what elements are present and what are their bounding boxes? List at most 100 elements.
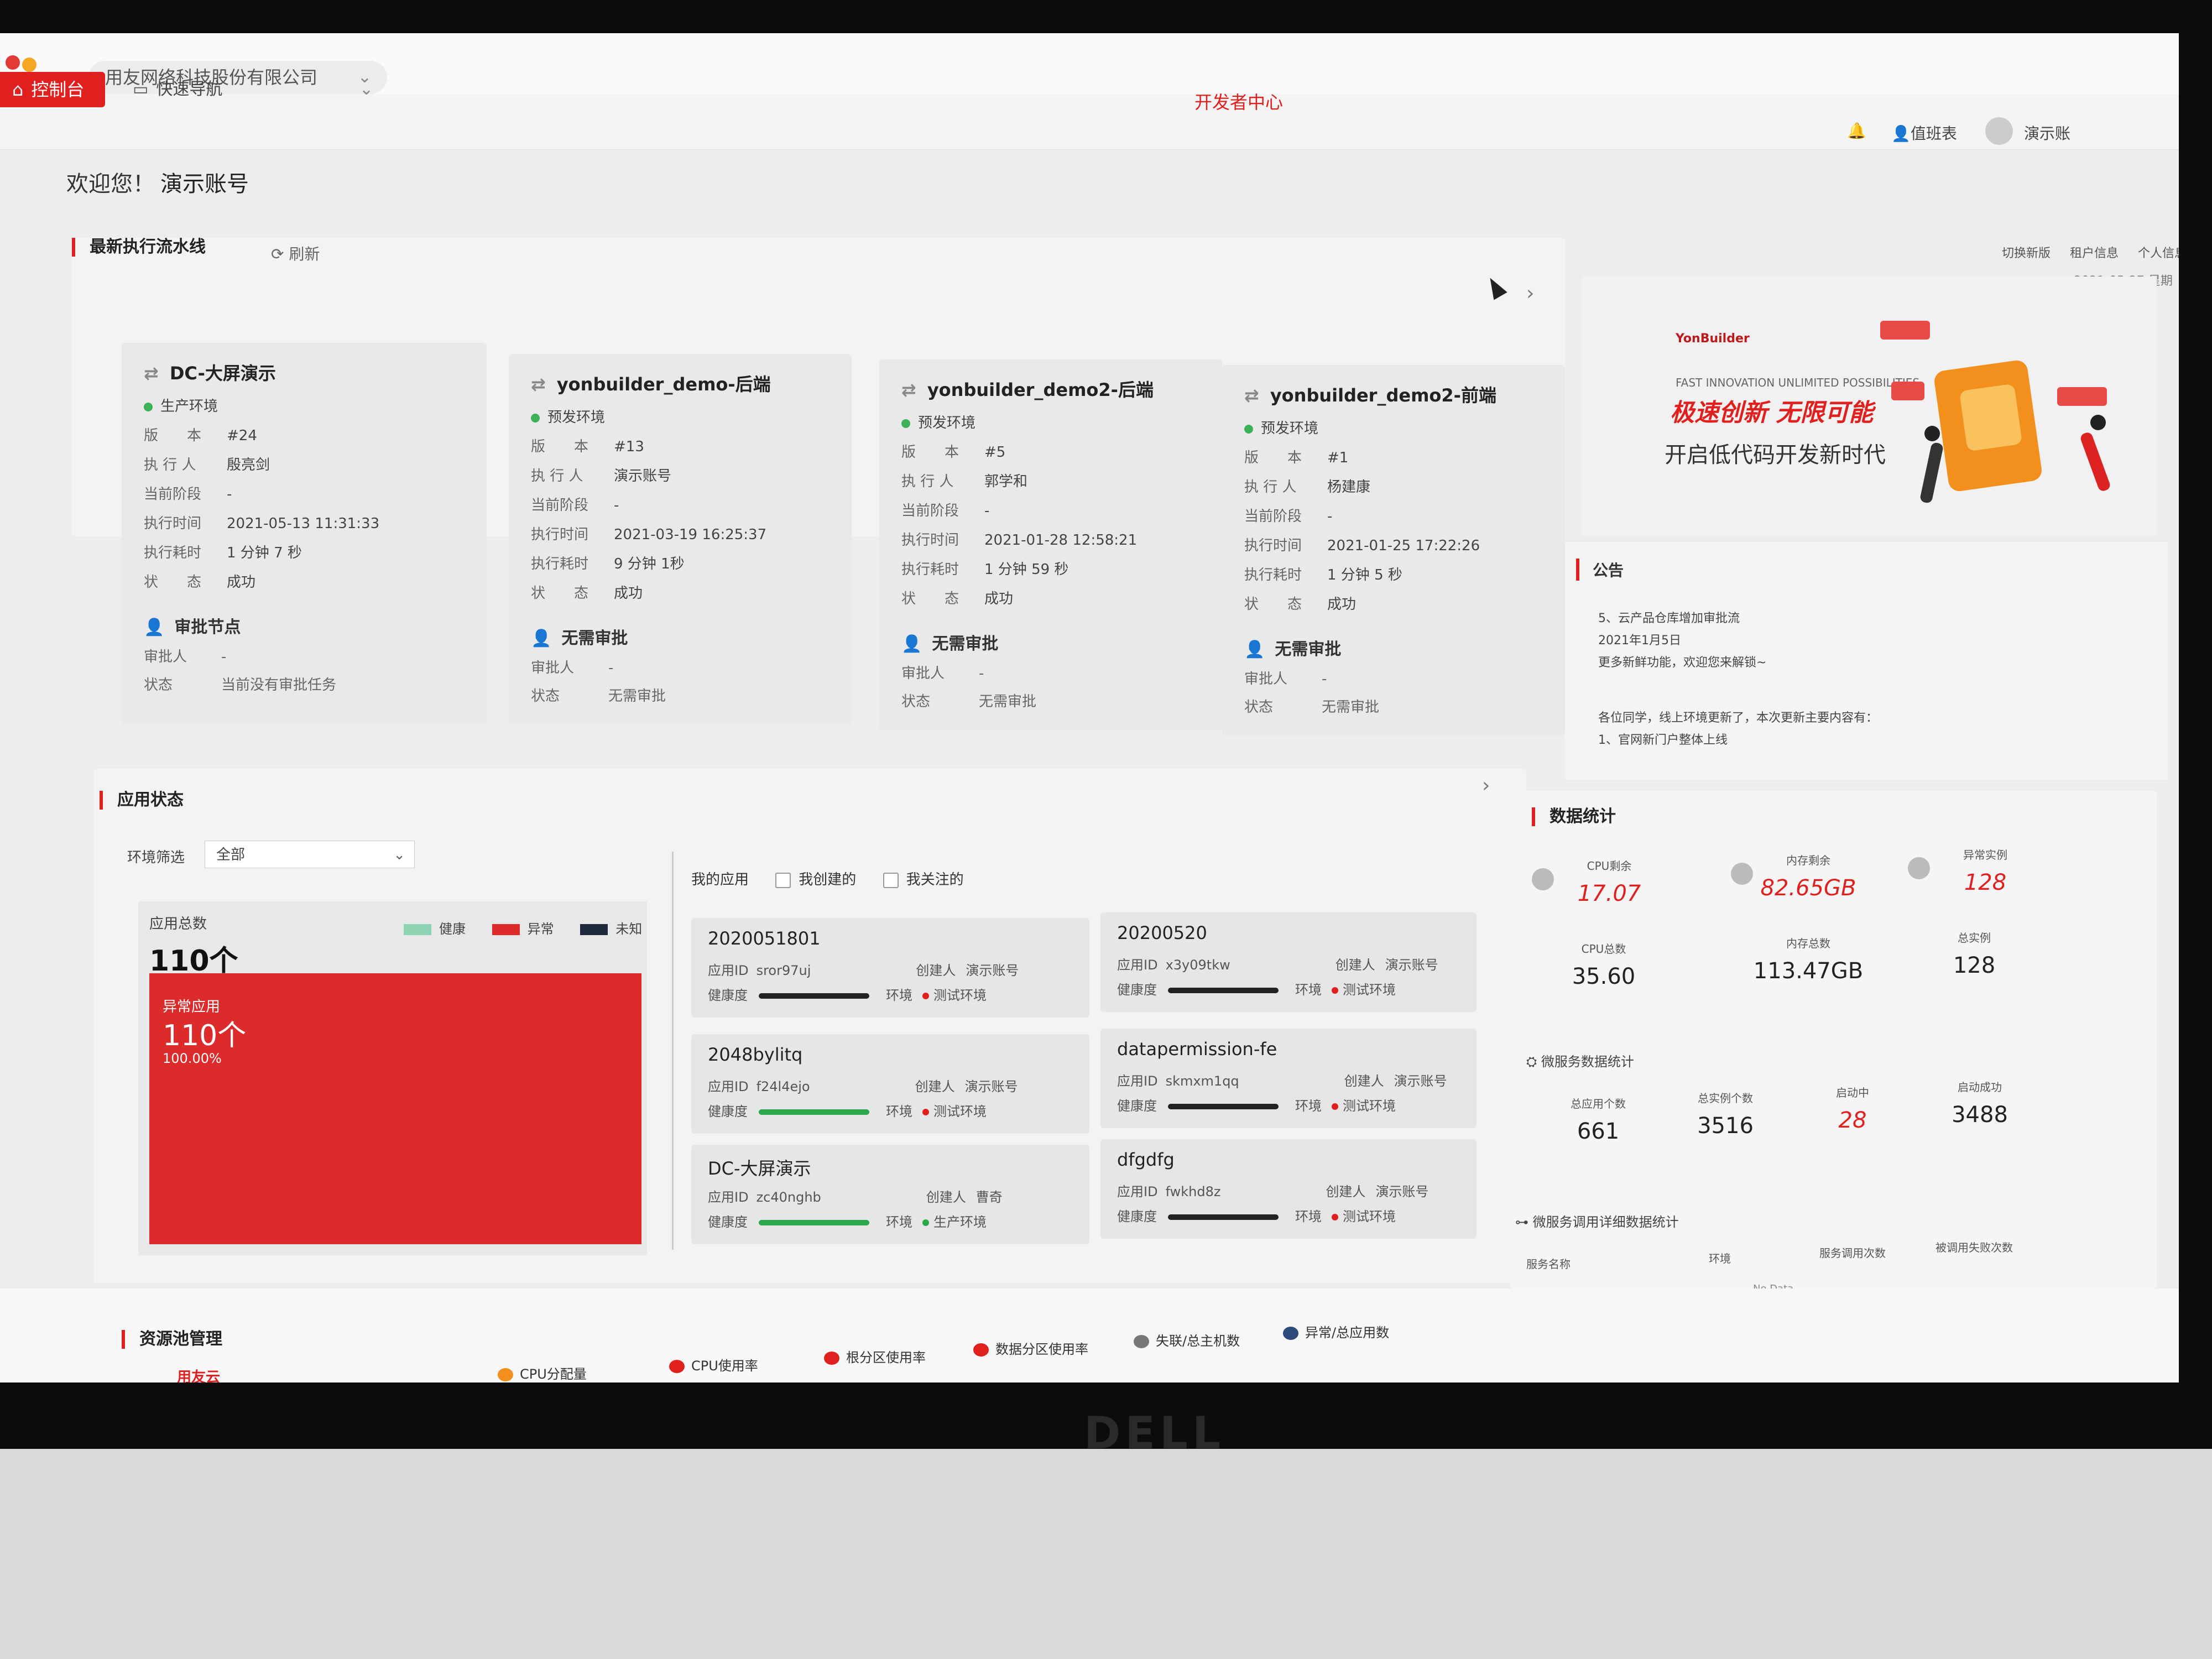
app-id-value: sror97uj <box>756 963 811 978</box>
env-badge: 预发环境 <box>531 406 830 426</box>
pipeline-name[interactable]: ⇄ yonbuilder_demo2-前端 <box>1244 382 1543 407</box>
abnormal-app-block[interactable]: 异常应用 110个 100.00% <box>149 973 641 1244</box>
col-env: 环境 <box>1709 1252 1731 1265</box>
checkbox-followed-label[interactable]: 我关注的 <box>906 872 964 888</box>
app-id-row: 应用ID zc40nghb 创建人 曹奇 <box>708 1186 1003 1206</box>
resource-tab[interactable]: 异常/总应用数 <box>1283 1322 1389 1341</box>
banner-slogan: 极速创新 无限可能 <box>1670 399 1874 427</box>
tab-my-apps[interactable]: 我的应用 <box>691 872 749 888</box>
tab-console[interactable]: ⌂ 控制台 <box>0 72 105 107</box>
app-card[interactable]: 20200520 应用ID x3y09tkw 创建人 演示账号 健康度 环境 测试环境 <box>1100 912 1477 1012</box>
tenant-info-link[interactable]: 租户信息 <box>2070 247 2119 260</box>
field-label: 执行时间 <box>901 532 959 549</box>
stat-value: 3488 <box>1952 1102 2008 1128</box>
stat-value: 128 <box>1953 953 1996 978</box>
field-value: - <box>1327 508 1333 525</box>
app-id-value: skmxm1qq <box>1165 1073 1239 1089</box>
field-value: 无需审批 <box>979 693 1037 710</box>
user-name[interactable]: 演示账 <box>2024 122 2070 144</box>
promo-banner[interactable]: YonBuilder FAST INNOVATION UNLIMITED POS… <box>1582 276 2157 536</box>
pipeline-icon: ⇄ <box>1244 385 1259 406</box>
pipeline-card[interactable]: ⇄ yonbuilder_demo2-前端 预发环境版 本 #1 执 行 人 杨建康 当前阶… <box>1222 365 1565 735</box>
creator-label: 创建人 <box>1335 957 1375 973</box>
pipeline-name[interactable]: ⇄ DC-大屏演示 <box>144 359 465 385</box>
field-label: 审批人 <box>901 665 945 682</box>
health-bar <box>1168 988 1279 993</box>
checkbox-followed[interactable] <box>883 872 899 888</box>
pipeline-next-icon[interactable]: › <box>1526 282 1534 305</box>
resource-tab[interactable]: CPU使用率 <box>669 1355 758 1374</box>
checkbox-created[interactable] <box>775 872 791 888</box>
illustration-tag <box>1891 382 1924 400</box>
app-card[interactable]: 2048bylitq 应用ID f24l4ejo 创建人 演示账号 健康度 环境 测试环境 <box>691 1034 1089 1134</box>
user-icon: 👤 <box>1244 640 1265 659</box>
app-card[interactable]: dfgdfg 应用ID fwkhd8z 创建人 演示账号 健康度 环境 测试环境 <box>1100 1139 1477 1239</box>
env-filter-select[interactable]: 全部 ⌄ <box>205 841 415 868</box>
personal-info-link[interactable]: 个人信息 <box>2138 247 2179 260</box>
bell-icon[interactable]: 🔔 <box>1847 122 1866 140</box>
stat-block: 内存剩余 82.65GB <box>1736 852 1880 901</box>
resource-panel <box>0 1288 2179 1383</box>
pipeline-name[interactable]: ⇄ yonbuilder_demo-后端 <box>531 371 830 396</box>
app-id-label: 应用ID <box>708 963 749 978</box>
pipeline-card[interactable]: ⇄ yonbuilder_demo2-后端 预发环境版 本 #5 执 行 人 郭学和 当前阶… <box>879 359 1222 730</box>
env-value: 测试环境 <box>1343 1209 1396 1224</box>
env-dot <box>922 1219 929 1226</box>
illustration-person <box>1919 441 1944 504</box>
switch-version-link[interactable]: 切换新版 <box>2002 247 2051 260</box>
checkbox-created-label[interactable]: 我创建的 <box>799 872 856 888</box>
legend-swatch-abnormal <box>492 924 520 935</box>
pipeline-field-executor: 执 行 人 演示账号 <box>531 465 830 485</box>
tab-quick-nav[interactable]: ▭ 快速导航 ⌄ <box>133 72 382 107</box>
field-value: 1 分钟 7 秒 <box>227 545 302 561</box>
creator-value: 曹奇 <box>975 1190 1003 1205</box>
app-card[interactable]: datapermission-fe 应用ID skmxm1qq 创建人 演示账号 健康度 环… <box>1100 1029 1477 1128</box>
stat-label: 启动成功 <box>1958 1081 2002 1094</box>
notice-line[interactable]: 5、云产品仓库增加审批流 <box>1598 608 1740 626</box>
resource-tab[interactable]: 根分区使用率 <box>824 1347 926 1366</box>
pipeline-card[interactable]: ⇄ DC-大屏演示 生产环境版 本 #24 执 行 人 殷亮剑 当前阶段 - 执行时间 2021-… <box>122 343 487 724</box>
pipeline-name[interactable]: ⇄ yonbuilder_demo2-后端 <box>901 376 1200 401</box>
stat-block: 异常实例 128 <box>1913 846 2057 895</box>
app-card[interactable]: DC-大屏演示 应用ID zc40nghb 创建人 曹奇 健康度 环境 生产环境 <box>691 1145 1089 1244</box>
creator-label: 创建人 <box>926 1190 966 1205</box>
stat-label: 总实例 <box>1958 931 1991 945</box>
pipeline-card[interactable]: ⇄ yonbuilder_demo-后端 预发环境版 本 #13 执 行 人 演示账号 当前… <box>509 354 852 724</box>
field-value: 2021-01-28 12:58:21 <box>984 532 1138 549</box>
app-health-row: 健康度 环境 生产环境 <box>708 1211 987 1230</box>
app-status-next-icon[interactable]: › <box>1482 774 1490 797</box>
chevron-down-icon[interactable]: ⌄ <box>359 72 373 107</box>
refresh-label: 刷新 <box>289 245 320 263</box>
monitor-bezel: 用友网络科技股份有限公司 ⌄ ⌂ 控制台 ▭ 快速导航 ⌄ 开发者中心 🔔 👤值班表… <box>0 0 2212 1459</box>
field-label: 执 行 人 <box>531 468 583 484</box>
notice-line: 2021年1月5日 <box>1598 634 1681 648</box>
field-value: 2021-05-13 11:31:33 <box>227 515 380 532</box>
avatar[interactable] <box>1985 117 2013 145</box>
stat-block: CPU剩余 17.07 <box>1537 857 1681 906</box>
field-label: 执行耗时 <box>901 561 959 578</box>
resource-icon <box>1134 1335 1149 1348</box>
stat-label: 内存剩余 <box>1786 854 1830 867</box>
duty-roster-link[interactable]: 👤值班表 <box>1891 122 1957 144</box>
welcome-prefix: 欢迎您！ <box>66 171 155 197</box>
field-value: 无需审批 <box>1322 699 1380 716</box>
app-card[interactable]: 2020051801 应用ID sror97uj 创建人 演示账号 健康度 环境 测试环境 <box>691 918 1089 1018</box>
refresh-button[interactable]: ⟳ 刷新 <box>271 242 320 264</box>
stat-label: 启动中 <box>1836 1086 1869 1099</box>
approval-title: 无需审批 <box>561 629 628 648</box>
app-tabs: 我的应用 我创建的 我关注的 <box>691 868 964 889</box>
memory-icon <box>1731 863 1753 885</box>
app-id-label: 应用ID <box>708 1079 749 1094</box>
approval-node: 👤 无需审批 <box>531 624 830 649</box>
resource-tab[interactable]: 失联/总主机数 <box>1134 1330 1240 1349</box>
app-id-row: 应用ID sror97uj 创建人 演示账号 <box>708 959 1019 979</box>
field-value: 成功 <box>614 585 643 602</box>
resource-tab[interactable]: 数据分区使用率 <box>973 1338 1088 1358</box>
resource-title: 资源池管理 <box>122 1330 222 1349</box>
approval-node: 👤 无需审批 <box>901 630 1200 654</box>
resource-tab[interactable]: CPU分配量 <box>498 1363 587 1383</box>
field-label: 执行耗时 <box>144 545 202 561</box>
micro-stat-block: 总应用个数 661 <box>1526 1095 1670 1144</box>
resource-tab-label: 数据分区使用率 <box>995 1342 1088 1357</box>
illustration-person <box>1924 426 1940 441</box>
